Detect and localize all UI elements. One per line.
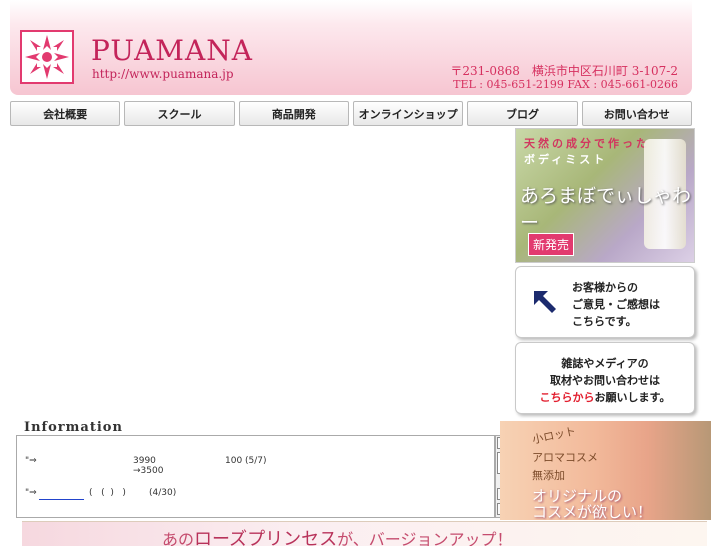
row-link[interactable] xyxy=(39,488,84,501)
feedback-line3: こちらです。 xyxy=(572,315,637,328)
row-price: 3990 →3500 xyxy=(133,456,164,476)
rose-name: ローズプリンセス xyxy=(194,529,338,546)
media-inquiry-button[interactable]: 雑誌やメディアの 取材やお問い合わせは こちらからお願いします。 xyxy=(515,342,695,414)
media-line3-rest: お願いします。 xyxy=(594,391,671,404)
rose-pre: あの xyxy=(162,530,195,546)
info-row: "⇒ 3990 →3500 100 (5/7) xyxy=(25,456,267,476)
feedback-text: お客様からの ご意見・ご感想は こちらです。 xyxy=(572,279,660,330)
feedback-line2: ご意見・ご感想は xyxy=(572,298,660,311)
puamana-logo[interactable] xyxy=(20,30,74,84)
nav-product-dev[interactable]: 商品開発 xyxy=(238,101,349,126)
information-heading: Information xyxy=(24,420,123,435)
arrow-up-left-icon xyxy=(534,291,556,313)
cosme-line5: コスメが欲しい！ xyxy=(532,503,653,520)
row-value: 100 (5/7) xyxy=(225,456,267,466)
site-url[interactable]: http://www.puamana.jp xyxy=(92,67,234,81)
nav-company[interactable]: 会社概要 xyxy=(10,101,121,126)
promo-line2: ボディミスト xyxy=(524,153,608,166)
rose-banner-text: あのローズプリンセスが、バージョンアップ！ xyxy=(162,525,513,546)
nav-blog[interactable]: ブログ xyxy=(467,101,578,126)
info-row: "⇒ ( ( ) ) (4/30) xyxy=(25,488,176,498)
main-nav: 会社概要 スクール 商品開発 オンラインショップ ブログ お問い合わせ xyxy=(10,101,692,126)
site-header: PUAMANA http://www.puamana.jp 〒231-0868 … xyxy=(10,0,692,95)
cosme-line3: 無添加 xyxy=(532,469,565,482)
promo-line1: 天然の成分で作った xyxy=(524,137,650,150)
cosme-line2: アロマコスメ xyxy=(532,451,598,464)
information-list: "⇒ 3990 →3500 100 (5/7) "⇒ ( ( ) ) (4/30… xyxy=(16,435,495,518)
media-line2: 取材やお問い合わせは xyxy=(550,374,660,387)
media-link[interactable]: こちらから xyxy=(540,391,595,404)
row-paren: ( ( ) ) xyxy=(89,488,126,498)
cosme-line1: 小ロット xyxy=(531,424,577,447)
nav-online-shop[interactable]: オンラインショップ xyxy=(352,101,464,126)
customer-feedback-button[interactable]: お客様からの ご意見・ご感想は こちらです。 xyxy=(515,266,695,338)
address: 〒231-0868 横浜市中区石川町 3-107-2 xyxy=(450,64,678,78)
row-marker: "⇒ xyxy=(25,488,37,498)
rose-princess-banner[interactable]: あのローズプリンセスが、バージョンアップ！ xyxy=(22,521,707,546)
row-date: (4/30) xyxy=(149,488,177,498)
row-marker: "⇒ xyxy=(25,456,37,466)
media-text: 雑誌やメディアの 取材やお問い合わせは こちらからお願いします。 xyxy=(516,355,694,406)
phone-fax: TEL : 045-651-2199 FAX : 045-661-0266 xyxy=(453,78,678,91)
new-release-badge: 新発売 xyxy=(528,233,575,256)
nav-contact[interactable]: お問い合わせ xyxy=(581,101,692,126)
media-line3: こちらからお願いします。 xyxy=(516,389,694,406)
nav-school[interactable]: スクール xyxy=(124,101,235,126)
original-cosme-banner[interactable]: 小ロット アロマコスメ 無添加 オリジナルの コスメが欲しい！ xyxy=(500,421,711,520)
aroma-body-shower-banner[interactable]: 天然の成分で作った ボディミスト あろまぼでぃしゃわー 新発売 xyxy=(515,128,695,263)
promo-title: あろまぼでぃしゃわー xyxy=(520,185,692,234)
media-line1: 雑誌やメディアの xyxy=(561,357,649,370)
feedback-line1: お客様からの xyxy=(572,281,638,294)
rose-post: が、バージョンアップ！ xyxy=(337,530,513,546)
brand-name: PUAMANA xyxy=(91,34,253,67)
